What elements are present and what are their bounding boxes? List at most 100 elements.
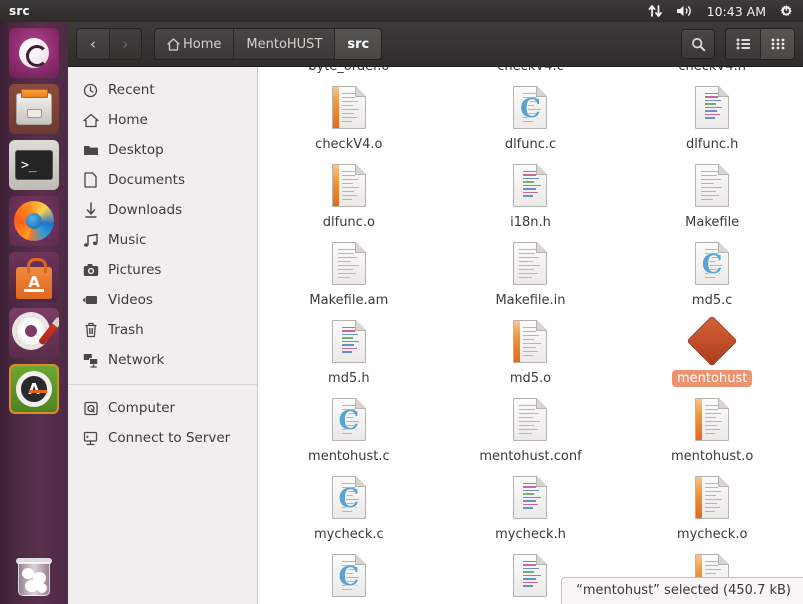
sidebar-item-connect-to-server[interactable]: Connect to Server [68,423,257,453]
file-item[interactable]: mentohust.conf [440,391,622,469]
grid-view-button[interactable] [760,29,794,59]
sidebar-item-trash[interactable]: Trash [68,315,257,345]
status-badge: “mentohust” selected (450.7 kB) [561,577,803,604]
file-item[interactable]: md5.o [440,313,622,391]
trash-icon [82,322,99,339]
launcher-item-trash[interactable] [0,552,68,596]
file-item[interactable]: mycheck.o [621,469,803,547]
launcher-item-firefox[interactable] [9,196,59,246]
file-item[interactable]: Makefile [621,157,803,235]
file-item[interactable]: C [258,547,440,604]
sidebar-item-documents[interactable]: Documents [68,165,257,195]
panel-window-title: src [9,4,30,18]
sidebar-item-label: Connect to Server [108,430,230,446]
text-file-icon [332,242,366,285]
file-item[interactable]: Cmd5.c [621,235,803,313]
file-item[interactable]: Cdlfunc.c [440,79,622,157]
forward-button[interactable]: › [109,29,141,59]
file-icon-box [513,393,547,445]
sidebar-item-recent[interactable]: Recent [68,75,257,105]
launcher-item-system-settings[interactable] [9,308,59,358]
list-view-button[interactable] [726,29,760,59]
network-updown-icon[interactable] [648,4,663,18]
object-file-stripe [696,477,702,518]
file-item[interactable]: dlfunc.o [258,157,440,235]
launcher-item-ubuntu-software[interactable]: A [9,252,59,302]
top-panel: src 10:43 AM [0,0,803,22]
file-icon-box: C [695,237,729,289]
file-item[interactable]: CcheckV4.c [440,67,622,79]
back-button[interactable]: ‹ [77,29,109,59]
power-gear-icon[interactable] [779,4,794,19]
sidebar-item-computer[interactable]: Computer [68,393,257,423]
header-file-icon [695,86,729,129]
volume-icon[interactable] [676,4,694,18]
launcher-item-files[interactable] [9,84,59,134]
sidebar-item-label: Computer [108,400,175,416]
sidebar-item-label: Videos [108,292,153,308]
file-item[interactable]: Makefile.in [440,235,622,313]
launcher-item-ubuntu-dash[interactable] [9,28,59,78]
sidebar-item-label: Trash [108,322,144,338]
file-item[interactable]: Cmentohust.c [258,391,440,469]
sidebar-item-pictures[interactable]: Pictures [68,255,257,285]
file-icon-box [694,315,730,367]
sidebar-item-home[interactable]: Home [68,105,257,135]
breadcrumb-item-mentohust[interactable]: MentoHUST [233,29,334,59]
server-connect-icon [82,430,99,447]
file-item[interactable]: dlfunc.h [621,79,803,157]
breadcrumb-item-src[interactable]: src [334,29,381,59]
file-manager-window: ‹ › Home MentoHUST src [68,22,803,604]
file-icon-box [513,159,547,211]
launcher-item-software-updater[interactable]: A [9,364,59,414]
sidebar-item-downloads[interactable]: Downloads [68,195,257,225]
file-item-selected[interactable]: mentohust [621,313,803,391]
breadcrumb-item-home[interactable]: Home [155,29,233,59]
search-button[interactable] [681,29,715,59]
file-item[interactable]: mycheck.h [440,469,622,547]
sidebar-item-videos[interactable]: Videos [68,285,257,315]
file-item[interactable]: md5.h [258,313,440,391]
breadcrumb: Home MentoHUST src [154,28,382,60]
file-label: Makefile.in [490,292,570,309]
list-view-icon [736,38,751,50]
file-label: mycheck.o [672,526,753,543]
file-item[interactable]: mentohust.o [621,391,803,469]
header-right-controls [681,28,795,60]
sidebar-item-desktop[interactable]: Desktop [68,135,257,165]
sidebar-item-music[interactable]: Music [68,225,257,255]
software-center-icon: A [9,252,59,302]
file-item[interactable]: Makefile.am [258,235,440,313]
file-label: mycheck.h [490,526,571,543]
object-file-icon [695,476,729,519]
file-manager-icon [9,84,59,134]
sidebar-separator [68,384,257,385]
firefox-icon [9,196,59,246]
executable-icon [687,316,738,367]
object-file-stripe [333,87,339,128]
launcher-item-terminal[interactable]: >_ [9,140,59,190]
camera-icon [82,262,99,279]
file-item[interactable]: byte_order.o [258,67,440,79]
c-source-file-icon: C [513,86,547,129]
header-file-icon [513,554,547,597]
unity-launcher: >_ A A [0,22,68,604]
file-item[interactable]: checkV4.o [258,79,440,157]
window-header-bar: ‹ › Home MentoHUST src [68,22,803,67]
terminal-icon: >_ [9,140,59,190]
sidebar-item-network[interactable]: Network [68,345,257,375]
breadcrumb-label: MentoHUST [246,37,322,52]
clock[interactable]: 10:43 AM [707,4,766,19]
file-item[interactable]: Cmycheck.c [258,469,440,547]
music-note-icon [82,232,99,249]
file-item[interactable]: checkV4.h [621,67,803,79]
c-source-file-icon: C [332,554,366,597]
navigation-buttons: ‹ › [76,28,142,60]
grid-view-icon [771,38,785,50]
file-grid-view[interactable]: byte_order.oCcheckV4.c checkV4.h checkV4.o… [258,67,803,604]
c-source-glyph: C [514,96,546,122]
file-label: checkV4.h [673,67,751,75]
desktop-screen: src 10:43 AM [0,0,803,604]
object-file-icon [695,398,729,441]
file-item[interactable]: i18n.h [440,157,622,235]
